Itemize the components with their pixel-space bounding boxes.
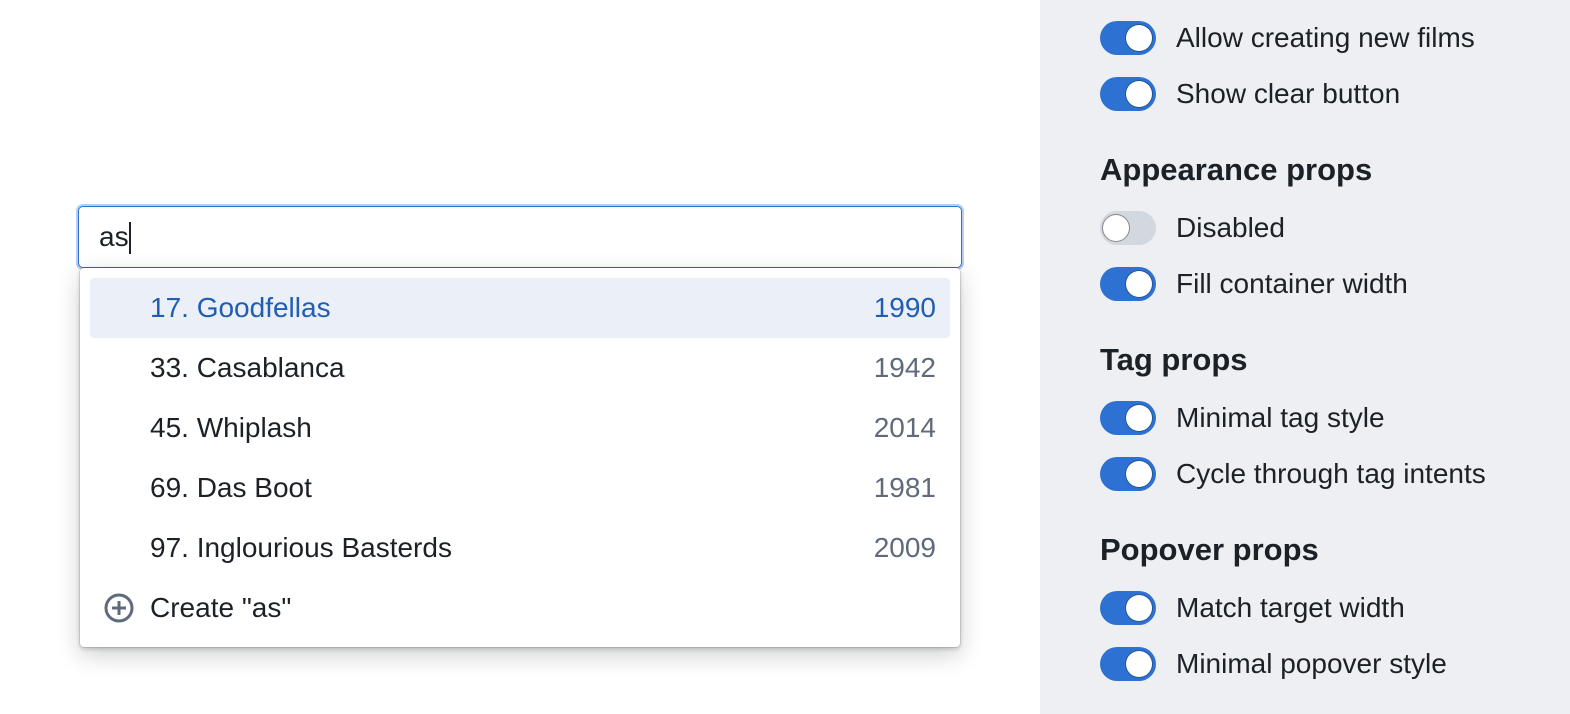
toggle-label: Show clear button bbox=[1176, 78, 1401, 109]
menu-item-casablanca[interactable]: 33. Casablanca 1942 bbox=[90, 338, 950, 398]
toggle-label: Disabled bbox=[1176, 212, 1285, 243]
film-year: 1981 bbox=[873, 472, 936, 503]
switch[interactable] bbox=[1100, 267, 1156, 301]
film-title: 17. Goodfellas bbox=[150, 292, 331, 323]
toggle-match-target-width[interactable]: Match target width bbox=[1100, 588, 1560, 628]
switch[interactable] bbox=[1100, 591, 1156, 625]
text-caret bbox=[129, 222, 131, 254]
toggle-minimal-popover-style[interactable]: Minimal popover style bbox=[1100, 644, 1560, 684]
film-year: 2014 bbox=[873, 412, 936, 443]
toggle-label: Match target width bbox=[1176, 592, 1405, 623]
film-title: 45. Whiplash bbox=[150, 412, 312, 443]
toggle-minimal-tag-style[interactable]: Minimal tag style bbox=[1100, 398, 1560, 438]
toggle-fill-container-width[interactable]: Fill container width bbox=[1100, 264, 1560, 304]
section-title-appearance: Appearance props bbox=[1100, 152, 1373, 187]
switch-knob bbox=[1126, 461, 1152, 487]
switch-knob bbox=[1126, 271, 1152, 297]
section-title-tag: Tag props bbox=[1100, 342, 1248, 377]
create-item-button[interactable]: Create "as" bbox=[90, 578, 950, 638]
menu-item-inglourious-basterds[interactable]: 97. Inglourious Basterds 2009 bbox=[90, 518, 950, 578]
menu-item-das-boot[interactable]: 69. Das Boot 1981 bbox=[90, 458, 950, 518]
toggle-label: Cycle through tag intents bbox=[1176, 458, 1486, 489]
menu-item-whiplash[interactable]: 45. Whiplash 2014 bbox=[90, 398, 950, 458]
add-circle-icon bbox=[104, 593, 134, 623]
switch[interactable] bbox=[1100, 21, 1156, 55]
film-year: 1942 bbox=[873, 352, 936, 383]
toggle-disabled[interactable]: Disabled bbox=[1100, 208, 1560, 248]
toggle-label: Allow creating new films bbox=[1176, 22, 1475, 53]
switch[interactable] bbox=[1100, 401, 1156, 435]
switch-knob bbox=[1103, 215, 1129, 241]
toggle-cycle-tag-intents[interactable]: Cycle through tag intents bbox=[1100, 454, 1560, 494]
toggle-label: Minimal popover style bbox=[1176, 648, 1447, 679]
switch[interactable] bbox=[1100, 647, 1156, 681]
switch-knob bbox=[1126, 81, 1152, 107]
switch-knob bbox=[1126, 595, 1152, 621]
switch-knob bbox=[1126, 405, 1152, 431]
switch-knob bbox=[1126, 651, 1152, 677]
toggle-label: Fill container width bbox=[1176, 268, 1408, 299]
section-title-popover: Popover props bbox=[1100, 532, 1319, 567]
switch[interactable] bbox=[1100, 77, 1156, 111]
toggle-label: Minimal tag style bbox=[1176, 402, 1385, 433]
film-title: 69. Das Boot bbox=[150, 472, 312, 503]
film-year: 2009 bbox=[873, 532, 936, 563]
film-year: 1990 bbox=[873, 292, 936, 323]
film-title: 97. Inglourious Basterds bbox=[150, 532, 452, 563]
menu-item-goodfellas[interactable]: 17. Goodfellas 1990 bbox=[90, 278, 950, 338]
switch[interactable] bbox=[1100, 457, 1156, 491]
film-search-input-wrapper[interactable] bbox=[79, 207, 961, 267]
create-label: Create "as" bbox=[150, 592, 292, 623]
results-popover: 17. Goodfellas 1990 33. Casablanca 1942 … bbox=[80, 268, 960, 647]
toggle-show-clear-button[interactable]: Show clear button bbox=[1100, 74, 1560, 114]
film-search-input[interactable] bbox=[99, 207, 939, 267]
switch[interactable] bbox=[1100, 211, 1156, 245]
main-panel: 17. Goodfellas 1990 33. Casablanca 1942 … bbox=[0, 0, 1040, 714]
film-title: 33. Casablanca bbox=[150, 352, 345, 383]
switch-knob bbox=[1126, 25, 1152, 51]
toggle-allow-creating-new-films[interactable]: Allow creating new films bbox=[1100, 18, 1560, 58]
